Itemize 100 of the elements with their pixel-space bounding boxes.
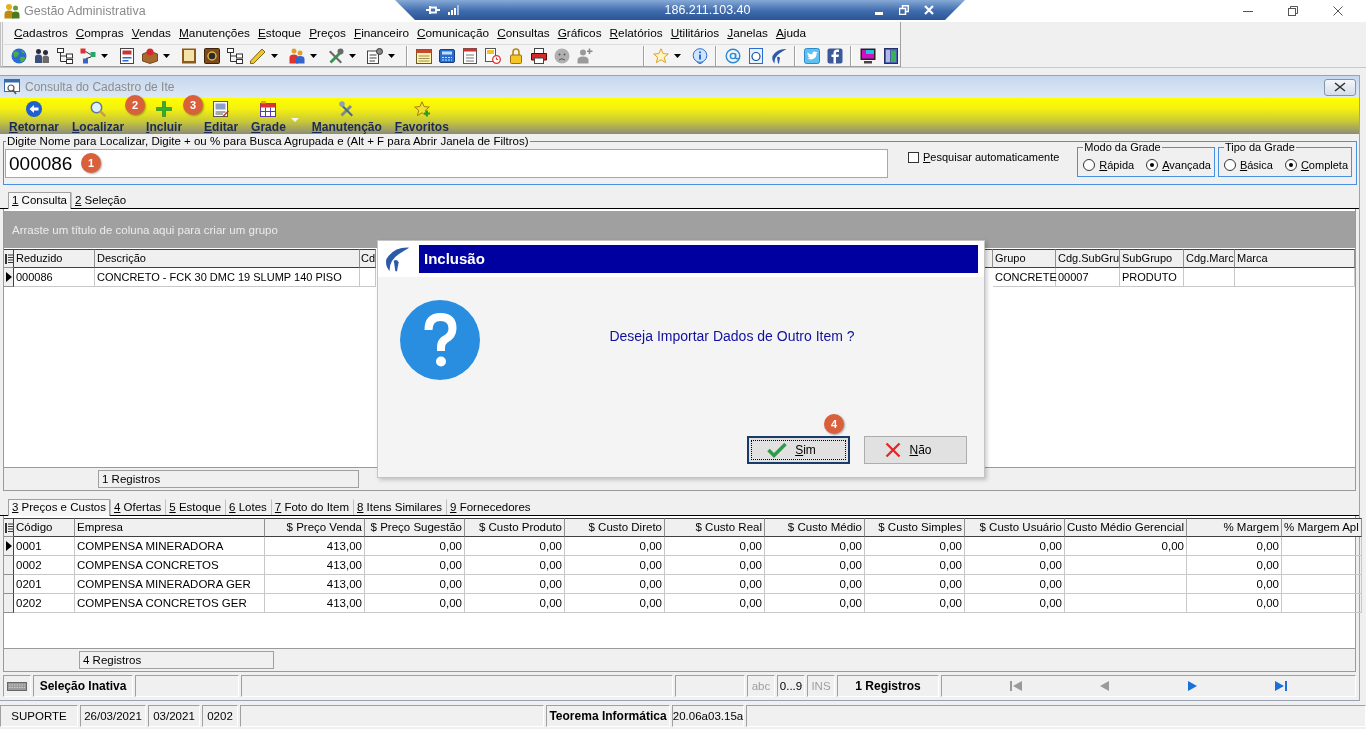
caret-icon[interactable] [101,54,108,58]
next-icon[interactable] [1186,680,1199,692]
column-header[interactable] [985,249,993,268]
radio-button[interactable] [1284,158,1297,171]
close-icon[interactable] [1332,6,1343,16]
tab[interactable]: 7 Foto do Item [270,499,353,515]
document-clock-icon[interactable] [484,48,501,64]
padlock-icon[interactable] [507,48,524,64]
toolbar-button[interactable]: Grade [251,98,286,134]
caret-icon[interactable] [310,54,317,58]
radio-label[interactable]: Avançada [1162,158,1211,171]
org-chart-icon[interactable] [226,48,243,64]
tab[interactable]: 4 Ofertas [110,499,166,515]
menu-item[interactable]: Gráficos [553,26,606,40]
tab[interactable]: 3 Preços e Custos [8,499,110,516]
report-icon[interactable] [118,48,135,64]
toolbar-button[interactable]: Retornar [9,98,59,134]
column-header[interactable]: % Margem [1187,518,1282,537]
monitor-icon[interactable] [859,48,876,64]
menu-item[interactable]: Vendas [127,26,176,40]
column-header[interactable]: $ Custo Usuário [965,518,1065,537]
toolbar-button[interactable]: Incluir [146,98,183,134]
circle-document-icon[interactable] [747,48,764,64]
caret-icon[interactable] [163,54,170,58]
caret-icon[interactable] [349,54,356,58]
people-icon[interactable] [33,48,50,64]
column-header[interactable]: $ Custo Médio [765,518,865,537]
column-header[interactable]: $ Preço Venda [265,518,365,537]
menu-item[interactable]: Compras [71,26,128,40]
sad-face-icon[interactable] [553,48,570,64]
document-gear-icon[interactable] [366,48,383,64]
at-sign-icon[interactable] [724,48,741,64]
dialog-button[interactable]: Sim [747,436,850,464]
restore-icon[interactable] [1287,6,1298,16]
letter-f-tile-icon[interactable] [826,48,843,64]
caret-icon[interactable] [674,54,681,58]
column-header[interactable]: % Margem Apl [1282,518,1362,537]
pencil-icon[interactable] [249,48,266,64]
column-header[interactable]: $ Custo Real [665,518,765,537]
menu-item[interactable]: Relatórios [605,26,667,40]
menu-item[interactable]: Estoque [253,26,306,40]
tab[interactable]: 1 Consulta [8,192,71,209]
radio-button[interactable] [1083,158,1096,171]
book-icon[interactable] [180,48,197,64]
column-chooser-icon[interactable] [4,522,13,533]
column-header[interactable]: $ Custo Simples [865,518,965,537]
tab[interactable]: 6 Lotes [225,499,271,515]
menu-item[interactable]: Consultas [493,26,554,40]
radio-button[interactable] [1146,158,1159,171]
menu-item[interactable]: Comunicação [413,26,494,40]
menu-item[interactable]: Ajuda [771,26,811,40]
radio-label[interactable]: Rápida [1099,158,1135,171]
star-icon[interactable] [652,48,669,64]
column-header[interactable]: $ Preço Sugestão [365,518,465,537]
toolbar-button[interactable]: Favoritos [394,98,449,134]
org-chart-icon[interactable] [56,48,73,64]
column-header[interactable]: Cdg.SubGru [1056,249,1120,268]
menu-item[interactable]: Janelas [723,26,772,40]
caret-icon[interactable] [388,54,395,58]
menu-item[interactable]: Financeiro [349,26,413,40]
radio-label[interactable]: Completa [1300,158,1348,171]
bird-tile-icon[interactable] [803,48,820,64]
column-header[interactable]: Reduzido [14,249,95,268]
close-button[interactable] [1324,78,1356,96]
caret-icon[interactable] [271,54,278,58]
door-icon[interactable] [882,48,899,64]
menu-item[interactable]: Manutenções [175,26,254,40]
globe-icon[interactable] [10,48,27,64]
calendar-icon[interactable] [415,48,432,64]
calendar-icon[interactable] [461,48,478,64]
toolbar-button[interactable]: Editar [204,98,239,134]
radio-button[interactable] [1223,158,1236,171]
column-header[interactable]: $ Custo Direto [565,518,665,537]
package-icon[interactable] [141,48,158,64]
checkbox-label[interactable]: Pesquisar automaticamente [923,151,1060,163]
tab[interactable]: 2 Seleção [71,192,131,208]
radio-label[interactable]: Básica [1239,158,1273,171]
menu-item[interactable]: Cadastros [10,26,72,40]
column-header[interactable]: Custo Médio Gerencial [1065,518,1187,537]
tools-icon[interactable] [327,48,344,64]
last-icon[interactable] [1274,680,1287,692]
menu-item[interactable]: Preços [305,26,350,40]
column-header[interactable]: SubGrupo [1120,249,1184,268]
toolbar-button[interactable]: Manutenção [311,98,382,134]
pin-icon[interactable] [426,5,440,15]
dialog-button[interactable]: Não [864,436,967,464]
column-header[interactable]: Empresa [75,518,265,537]
add-user-icon[interactable] [576,48,593,64]
calculator-icon[interactable] [438,48,455,64]
column-header[interactable]: Código [14,518,75,537]
column-header[interactable]: Marca [1235,249,1355,268]
tab[interactable]: 9 Fornecedores [446,499,535,515]
column-header[interactable]: Cdg.Marc [1184,249,1235,268]
checkbox[interactable] [908,151,919,163]
safe-icon[interactable] [203,48,220,64]
network-icon[interactable] [79,48,96,64]
tab[interactable]: 5 Estoque [165,499,226,515]
printer-icon[interactable] [530,48,547,64]
column-header[interactable]: Cd [360,249,376,268]
info-icon[interactable] [691,48,708,64]
